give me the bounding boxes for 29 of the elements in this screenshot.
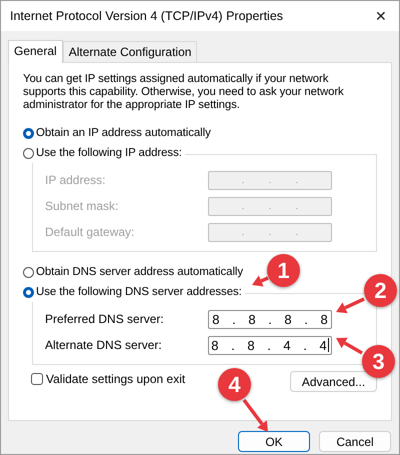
checkbox[interactable] <box>31 373 43 385</box>
radio-button[interactable] <box>23 128 34 138</box>
field-label: Subnet mask: <box>45 199 118 213</box>
intro-text: You can get IP settings assigned automatically if your network supports this capability. Otherwise, you need to ask your network administrator for the appropriate IP settings. <box>23 73 345 112</box>
radio-label[interactable]: Use the following DNS server addresses: <box>36 286 242 298</box>
ok-button[interactable]: OK <box>238 431 310 452</box>
radio-label[interactable]: Obtain DNS server address automatically <box>36 266 244 278</box>
field-label: IP address: <box>45 173 106 187</box>
tab[interactable]: General <box>8 40 63 63</box>
field-label: Alternate DNS server: <box>45 338 162 352</box>
radio-button[interactable] <box>23 148 34 158</box>
advanced-button[interactable]: Advanced... <box>290 371 377 392</box>
close-button[interactable]: ✕ <box>371 8 391 24</box>
cancel-button[interactable]: Cancel <box>319 431 391 452</box>
window-title: Internet Protocol Version 4 (TCP/IPv4) Properties <box>10 9 284 23</box>
radio-button[interactable] <box>23 286 34 298</box>
radio-button[interactable] <box>23 266 34 278</box>
arrow <box>336 297 365 314</box>
ip-address-field[interactable]: 8 . 8 . 4 . 4 <box>208 336 332 354</box>
field-label: Default gateway: <box>45 225 134 239</box>
radio-label[interactable]: Use the following IP address: <box>36 147 182 159</box>
arrow <box>242 398 268 432</box>
radio-label[interactable]: Obtain an IP address automatically <box>36 127 211 139</box>
field-label: Preferred DNS server: <box>45 312 164 326</box>
checkbox-label[interactable]: Validate settings upon exit <box>46 372 186 386</box>
arrow <box>336 338 363 355</box>
tab[interactable]: Alternate Configuration <box>62 41 198 62</box>
ip-address-field[interactable]: 8 . 8 . 8 . 8 <box>208 310 332 328</box>
arrow <box>252 276 269 286</box>
